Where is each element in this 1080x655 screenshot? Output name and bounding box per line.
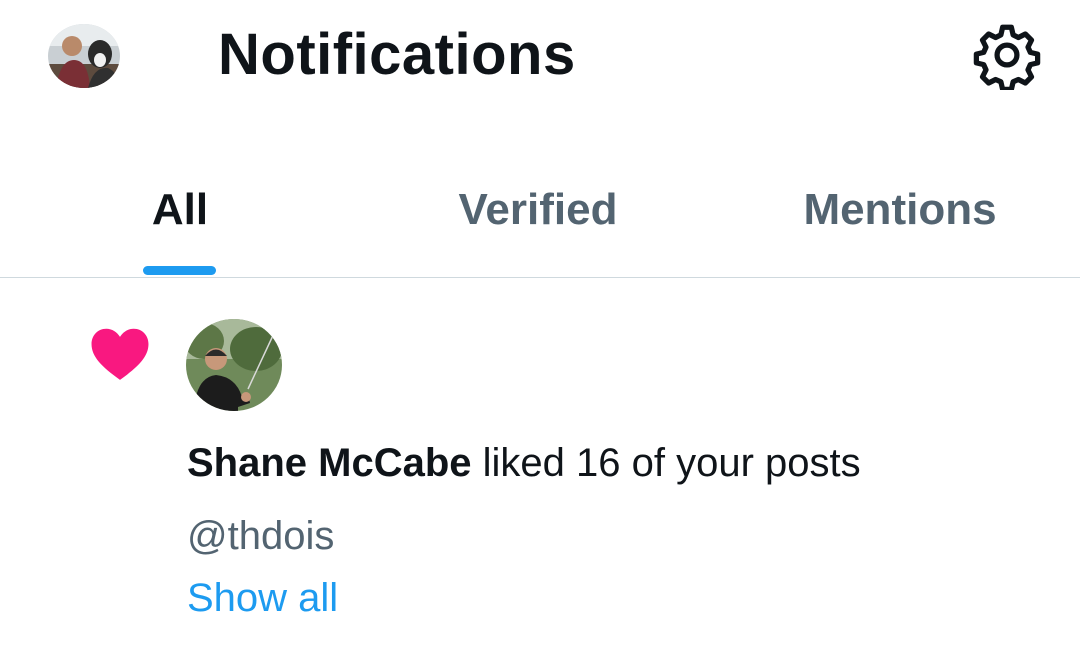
- tab-mentions[interactable]: Mentions: [760, 182, 1040, 278]
- active-tab-indicator: [143, 266, 216, 275]
- tab-verified[interactable]: Verified: [398, 182, 678, 278]
- heart-icon: [88, 324, 152, 382]
- user-handle: @thdois: [187, 514, 335, 558]
- notification-item[interactable]: Shane McCabe liked 16 of your posts @thd…: [0, 279, 1080, 655]
- notification-tabs: All Verified Mentions: [0, 160, 1080, 278]
- user-name[interactable]: Shane McCabe: [187, 441, 472, 485]
- top-header: Notifications: [0, 0, 1080, 120]
- user-avatar[interactable]: [186, 319, 282, 411]
- profile-avatar[interactable]: [48, 24, 120, 88]
- gear-icon[interactable]: [972, 20, 1042, 93]
- show-all-link[interactable]: Show all: [187, 574, 338, 622]
- notification-message: Shane McCabe liked 16 of your posts: [187, 439, 861, 487]
- action-text: liked 16 of your posts: [471, 441, 861, 485]
- page-title: Notifications: [218, 22, 576, 87]
- tab-all[interactable]: All: [100, 182, 260, 278]
